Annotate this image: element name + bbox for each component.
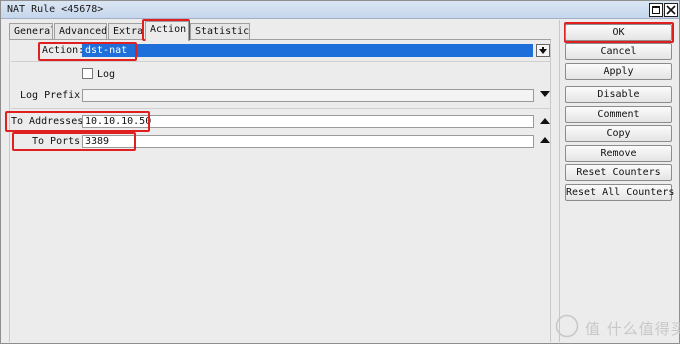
cancel-button[interactable]: Cancel: [565, 43, 672, 60]
maximize-icon: [652, 6, 660, 14]
to-ports-input[interactable]: 3389: [82, 135, 534, 148]
tab-general[interactable]: General: [9, 23, 53, 40]
separator: [11, 108, 551, 109]
window-title: NAT Rule <45678>: [7, 4, 104, 15]
comment-button[interactable]: Comment: [565, 106, 672, 123]
watermark-text: 值 什么值得买: [585, 320, 680, 338]
log-prefix-input[interactable]: [82, 89, 534, 102]
nat-rule-window: NAT Rule <45678> General Advanced Extra …: [0, 0, 680, 344]
to-ports-label: To Ports:: [32, 136, 87, 147]
to-addresses-label: To Addresses:: [11, 116, 90, 127]
log-label: Log: [97, 69, 116, 80]
log-checkbox[interactable]: [82, 68, 93, 79]
to-addresses-input[interactable]: 10.10.10.50: [82, 115, 534, 128]
tab-advanced[interactable]: Advanced: [54, 23, 107, 40]
close-button[interactable]: [664, 3, 678, 17]
title-bar[interactable]: NAT Rule <45678>: [1, 1, 679, 19]
collapse-up-icon[interactable]: [539, 117, 551, 125]
maximize-button[interactable]: [649, 3, 663, 17]
disable-button[interactable]: Disable: [565, 86, 672, 103]
reset-all-counters-button[interactable]: Reset All Counters: [565, 184, 674, 201]
side-separator: [559, 20, 560, 342]
copy-button[interactable]: Copy: [565, 125, 672, 142]
tab-statistics[interactable]: Statistics: [190, 23, 250, 40]
ok-button[interactable]: OK: [565, 24, 672, 41]
collapse-down-icon[interactable]: [539, 90, 551, 98]
separator: [11, 61, 551, 62]
remove-button[interactable]: Remove: [565, 145, 672, 162]
reset-counters-button[interactable]: Reset Counters: [565, 164, 672, 181]
tab-action[interactable]: Action: [145, 21, 189, 41]
action-select[interactable]: dst-nat: [82, 44, 533, 57]
action-dropdown-button[interactable]: [536, 44, 550, 57]
action-pane: [9, 40, 551, 342]
tab-extra[interactable]: Extra: [108, 23, 144, 40]
collapse-up-icon[interactable]: [539, 136, 551, 144]
log-prefix-label: Log Prefix:: [20, 90, 87, 101]
close-icon: [666, 5, 676, 15]
action-label: Action:: [42, 45, 85, 56]
apply-button[interactable]: Apply: [565, 63, 672, 80]
watermark-logo-icon: [555, 314, 579, 338]
chevron-down-icon: [539, 47, 547, 54]
